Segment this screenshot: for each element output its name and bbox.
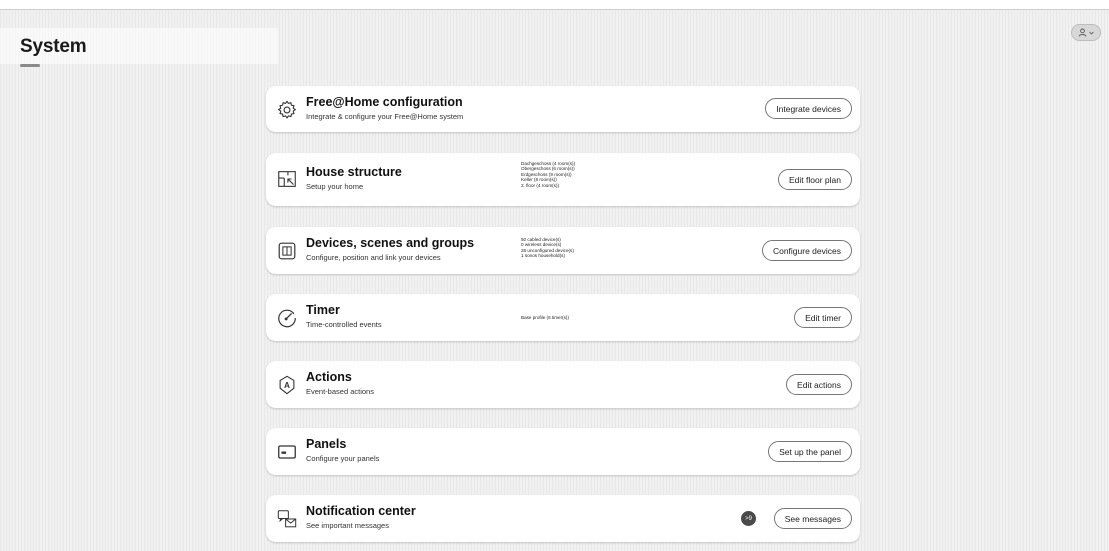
card-subtitle: See important messages [306, 521, 389, 530]
floor-plan-icon [276, 168, 298, 190]
card-title: House structure [306, 165, 402, 179]
timer-summary-line: Base profile (6 timer(s)) [521, 315, 569, 320]
notification-icon [276, 508, 298, 530]
card-title: Timer [306, 303, 340, 317]
timer-summary: Base profile (6 timer(s)) [521, 315, 569, 320]
device-summary: 50 cabled device(s) 0 wireless device(s)… [521, 237, 574, 259]
see-messages-button[interactable]: See messages [773, 508, 852, 529]
card-notification-center: Notification center See important messag… [266, 495, 860, 542]
card-subtitle: Time-controlled events [306, 320, 382, 329]
card-title: Devices, scenes and groups [306, 236, 475, 250]
card-subtitle: Event-based actions [306, 387, 374, 396]
integrate-devices-button[interactable]: Integrate devices [765, 98, 852, 119]
device-summary-line: 1 sonos household(s) [521, 253, 565, 259]
card-title: Actions [306, 370, 352, 384]
card-devices-scenes-groups: Devices, scenes and groups Configure, po… [266, 227, 860, 274]
card-timer: Timer Time-controlled events Base profil… [266, 294, 860, 341]
timer-icon [276, 307, 298, 329]
actions-icon: A [276, 374, 298, 396]
configure-devices-button[interactable]: Configure devices [761, 240, 852, 261]
card-subtitle: Integrate & configure your Free@Home sys… [306, 112, 464, 121]
floor-summary-line: 2. floor (4 room(s)) [521, 182, 560, 188]
edit-timer-button[interactable]: Edit timer [794, 307, 852, 328]
card-freeathome-configuration: Free@Home configuration Integrate & conf… [266, 86, 860, 132]
card-title: Panels [306, 437, 347, 451]
svg-text:A: A [284, 381, 290, 390]
device-icon [276, 240, 298, 262]
message-count-badge: >9 [741, 511, 756, 526]
card-panels: Panels Configure your panels Set up the … [266, 428, 860, 475]
chevron-down-icon [1089, 31, 1094, 35]
panel-icon [276, 441, 298, 463]
card-subtitle: Setup your home [306, 182, 364, 191]
edit-actions-button[interactable]: Edit actions [786, 374, 852, 395]
floor-summary: Dachgeschoss (4 room(s)) Obergeschoss (6… [521, 161, 575, 188]
card-house-structure: House structure Setup your home Dachgesc… [266, 153, 860, 206]
top-bar [0, 0, 1109, 10]
card-actions: A Actions Event-based actions Edit actio… [266, 361, 860, 408]
title-underline [20, 64, 40, 67]
card-title: Notification center [306, 504, 416, 518]
card-subtitle: Configure, position and link your device… [306, 253, 441, 262]
page-title: System [20, 36, 87, 57]
user-menu-button[interactable] [1071, 24, 1101, 41]
card-subtitle: Configure your panels [306, 454, 380, 463]
gear-icon [276, 99, 298, 121]
user-icon [1078, 28, 1087, 37]
edit-floor-plan-button[interactable]: Edit floor plan [778, 169, 852, 190]
card-title: Free@Home configuration [306, 95, 463, 109]
set-up-panel-button[interactable]: Set up the panel [768, 441, 852, 462]
